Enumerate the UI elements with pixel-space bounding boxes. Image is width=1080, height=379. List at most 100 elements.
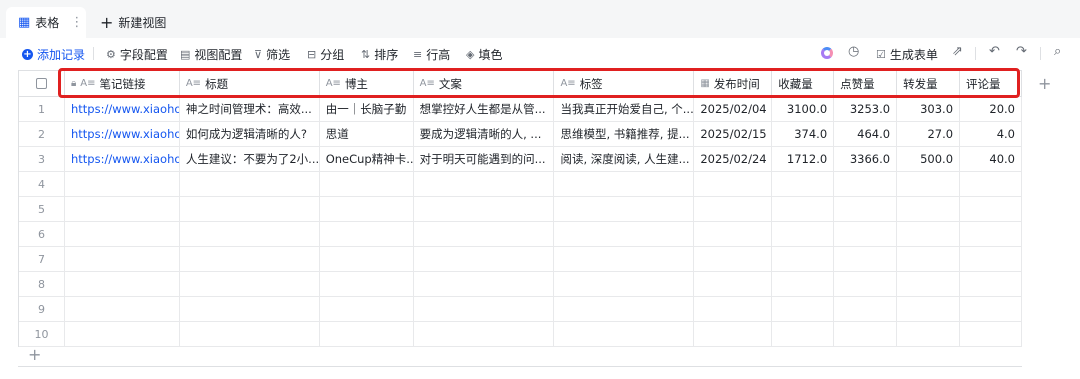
sort-button[interactable]: ⇅ 排序 — [361, 46, 398, 63]
title-cell[interactable]: 如何成为逻辑清晰的人? — [180, 122, 320, 146]
title-cell[interactable]: 神之时间管理术：高效... — [180, 97, 320, 121]
sort-icon: ⇅ — [361, 48, 371, 61]
add-row-button[interactable]: + — [28, 345, 41, 364]
view-config-label: 视图配置 — [194, 48, 243, 62]
tags-cell[interactable]: 阅读, 深度阅读, 人生建... — [554, 147, 695, 171]
view-config-button[interactable]: ▤ 视图配置 — [180, 46, 242, 63]
row-number: 1 — [19, 97, 65, 121]
date-cell[interactable]: 2025/02/15 — [694, 122, 773, 146]
select-all-checkbox[interactable] — [35, 78, 47, 89]
paint-bucket-icon: ◈ — [466, 48, 475, 61]
column-header[interactable]: 🔒︎ A≡ 笔记链接 — [65, 71, 180, 96]
row-number: 7 — [19, 247, 65, 271]
share-icon: ⇗ — [952, 44, 963, 59]
column-header[interactable]: A≡ 博主 — [320, 71, 414, 96]
tags-cell[interactable]: 当我真正开始爱自己, 个... — [554, 97, 695, 121]
row-number: 8 — [19, 272, 65, 296]
likes-cell[interactable]: 464.0 — [834, 122, 898, 146]
history-button[interactable]: ◷ — [848, 44, 859, 59]
column-header[interactable]: 评论量 — [960, 71, 1022, 96]
likes-cell[interactable]: 3366.0 — [834, 147, 898, 171]
group-button[interactable]: ⊟ 分组 — [307, 46, 344, 63]
text-field-icon: A≡ — [419, 78, 435, 89]
favorites-cell[interactable]: 3100.0 — [772, 97, 835, 121]
column-header[interactable]: A≡ 标签 — [554, 71, 695, 96]
shares-cell[interactable]: 500.0 — [897, 147, 961, 171]
column-header[interactable]: 收藏量 — [772, 71, 835, 96]
sort-label: 排序 — [374, 48, 399, 62]
column-header[interactable]: 点赞量 — [834, 71, 898, 96]
shares-cell[interactable]: 303.0 — [897, 97, 961, 121]
more-vertical-icon[interactable]: ⋮ — [70, 15, 83, 30]
tab-table[interactable]: ▦ 表格 ⋮ — [6, 7, 86, 38]
new-view-button[interactable]: + 新建视图 — [100, 14, 166, 31]
tags-cell[interactable]: 思维模型, 书籍推荐, 提... — [554, 122, 695, 146]
link-cell[interactable]: https://www.xiaoho... — [65, 147, 180, 171]
fill-color-button[interactable]: ◈ 填色 — [466, 46, 502, 63]
header-row: 🔒︎ A≡ 笔记链接 A≡ 标题 A≡ 博主 A≡ 文案 A≡ 标签 ▦ 发布时间 收藏量 点… — [19, 70, 1022, 97]
row-height-icon: ≡ — [413, 48, 423, 61]
filter-icon: ⊽ — [254, 48, 263, 61]
author-cell[interactable]: 由一｜长脑子勤 — [320, 97, 414, 121]
copy-cell[interactable]: 要成为逻辑清晰的人, ... — [414, 122, 555, 146]
copy-cell[interactable]: 想掌控好人生都是从管... — [414, 97, 555, 121]
generate-form-button[interactable]: ☑ 生成表单 — [876, 46, 938, 63]
date-field-icon: ▦ — [700, 78, 710, 89]
author-cell[interactable]: OneCup精神卡... — [320, 147, 414, 171]
new-view-label: 新建视图 — [118, 16, 167, 30]
text-field-icon: A≡ — [325, 78, 341, 89]
add-record-button[interactable]: + 添加记录 — [22, 46, 85, 63]
likes-cell[interactable]: 3253.0 — [834, 97, 898, 121]
fill-color-label: 填色 — [478, 48, 503, 62]
copy-cell[interactable]: 对于明天可能遇到的问... — [414, 147, 555, 171]
lock-icon: 🔒︎ — [70, 78, 77, 89]
select-all-cell[interactable] — [19, 71, 65, 96]
shares-cell[interactable]: 27.0 — [897, 122, 961, 146]
column-header[interactable]: ▦ 发布时间 — [694, 71, 773, 96]
link-cell[interactable]: https://www.xiaoho... — [65, 122, 180, 146]
toolbar: + 添加记录 ⚙ 字段配置 ▤ 视图配置 ⊽ 筛选 ⊟ 分组 ⇅ 排序 ≡ 行高 — [0, 38, 1080, 68]
date-cell[interactable]: 2025/02/24 — [694, 147, 773, 171]
empty-row[interactable]: 10 — [19, 322, 1022, 347]
share-button[interactable]: ⇗ — [952, 44, 963, 59]
row-number: 5 — [19, 197, 65, 221]
add-record-label: 添加记录 — [37, 48, 86, 62]
empty-row[interactable]: 4 — [19, 172, 1022, 197]
table-row[interactable]: 3 https://www.xiaoho... 人生建议：不要为了2小... O… — [19, 147, 1022, 172]
column-header[interactable]: A≡ 标题 — [180, 71, 320, 96]
group-label: 分组 — [320, 48, 345, 62]
date-cell[interactable]: 2025/02/04 — [694, 97, 773, 121]
undo-button[interactable]: ↶ — [989, 44, 1000, 59]
empty-row[interactable]: 9 — [19, 297, 1022, 322]
column-header-label: 发布时间 — [713, 76, 760, 91]
column-header-label: 笔记链接 — [99, 76, 146, 91]
field-config-button[interactable]: ⚙ 字段配置 — [106, 46, 168, 63]
tab-table-label: 表格 — [35, 16, 60, 30]
row-height-button[interactable]: ≡ 行高 — [413, 46, 450, 63]
favorites-cell[interactable]: 374.0 — [772, 122, 835, 146]
title-cell[interactable]: 人生建议：不要为了2小... — [180, 147, 320, 171]
column-header[interactable]: A≡ 文案 — [414, 71, 555, 96]
redo-button[interactable]: ↷ — [1016, 44, 1027, 59]
table-row[interactable]: 2 https://www.xiaoho... 如何成为逻辑清晰的人? 思道 要… — [19, 122, 1022, 147]
filter-button[interactable]: ⊽ 筛选 — [254, 46, 290, 63]
favorites-cell[interactable]: 1712.0 — [772, 147, 835, 171]
empty-row[interactable]: 7 — [19, 247, 1022, 272]
comments-cell[interactable]: 20.0 — [960, 97, 1022, 121]
author-cell[interactable]: 思道 — [320, 122, 414, 146]
redo-icon: ↷ — [1016, 44, 1027, 59]
table-row[interactable]: 1 https://www.xiaoho... 神之时间管理术：高效... 由一… — [19, 97, 1022, 122]
column-header[interactable]: 转发量 — [897, 71, 961, 96]
comments-cell[interactable]: 40.0 — [960, 147, 1022, 171]
ai-assistant-button[interactable] — [821, 47, 833, 59]
column-header-label: 收藏量 — [778, 76, 813, 91]
empty-row[interactable]: 5 — [19, 197, 1022, 222]
search-icon: ⌕ — [1054, 44, 1062, 59]
search-button[interactable]: ⌕ — [1054, 44, 1061, 59]
add-column-button[interactable]: + — [1038, 74, 1051, 93]
empty-row[interactable]: 6 — [19, 222, 1022, 247]
link-cell[interactable]: https://www.xiaoho... — [65, 97, 180, 121]
empty-row[interactable]: 8 — [19, 272, 1022, 297]
column-header-label: 博主 — [344, 76, 368, 91]
comments-cell[interactable]: 4.0 — [960, 122, 1022, 146]
